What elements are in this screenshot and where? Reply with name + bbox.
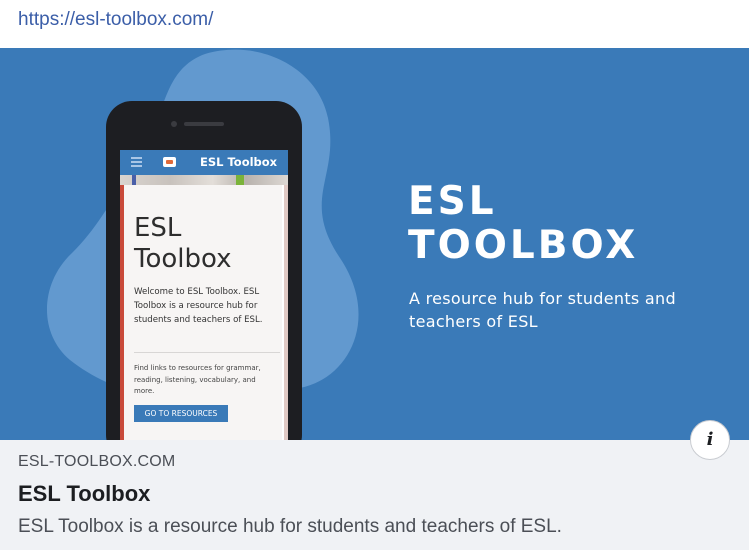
screen-edge-right (284, 185, 288, 440)
phone-speaker (184, 122, 224, 126)
screen-welcome-text: Welcome to ESL Toolbox. ESL Toolbox is a… (134, 287, 263, 325)
url-bar: https://esl-toolbox.com/ (0, 0, 749, 48)
app-logo-icon (163, 157, 176, 167)
preview-banner-image[interactable]: ESL Toolbox ESL Toolbox Welcome to ESL T… (0, 48, 749, 440)
screen-content-card: ESL Toolbox Welcome to ESL Toolbox. ESL … (124, 185, 282, 440)
app-header-bar: ESL Toolbox (120, 150, 288, 175)
link-title[interactable]: ESL Toolbox (18, 481, 150, 507)
app-title: ESL Toolbox (200, 155, 278, 169)
link-description: ESL Toolbox is a resource hub for studen… (18, 516, 562, 537)
info-icon[interactable]: i (690, 420, 730, 460)
screen-divider (134, 352, 280, 353)
phone-camera (171, 121, 177, 127)
url-link[interactable]: https://esl-toolbox.com/ (18, 9, 213, 31)
go-to-resources-button: GO TO RESOURCES (134, 405, 228, 422)
hamburger-menu-icon (131, 157, 142, 167)
banner-title: ESL TOOLBOX (408, 179, 639, 268)
screen-resources-text: Find links to resources for grammar, rea… (134, 364, 261, 395)
hero-image-strip (120, 175, 288, 185)
link-domain: ESL-TOOLBOX.COM (18, 453, 176, 470)
phone-mockup: ESL Toolbox ESL Toolbox Welcome to ESL T… (106, 101, 302, 440)
banner-subtitle: A resource hub for students and teachers… (409, 289, 676, 331)
link-preview-info[interactable]: ESL-TOOLBOX.COM ESL Toolbox ESL Toolbox … (0, 440, 749, 550)
phone-screen: ESL Toolbox ESL Toolbox Welcome to ESL T… (120, 150, 288, 440)
screen-heading: ESL Toolbox (134, 213, 232, 274)
